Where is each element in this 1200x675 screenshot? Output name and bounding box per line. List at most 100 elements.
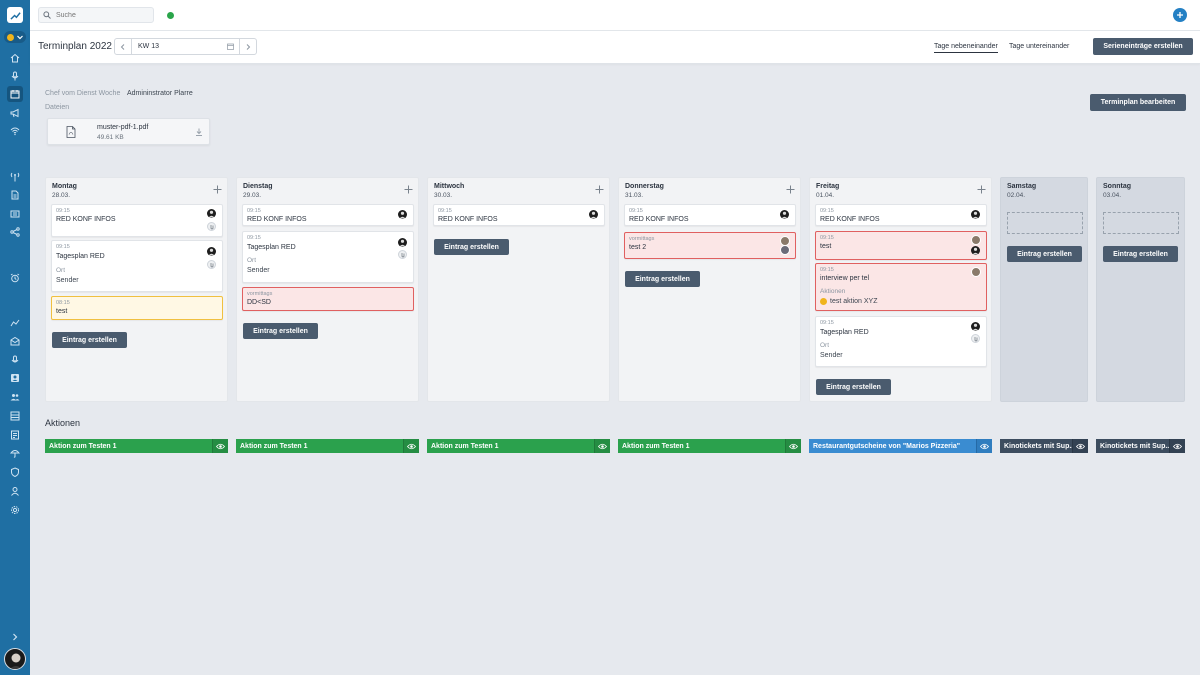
chevron-right-icon[interactable]: [7, 629, 23, 645]
status-selector[interactable]: [4, 31, 26, 43]
entry-action-value[interactable]: test aktion XYZ: [830, 298, 877, 305]
create-entry-button[interactable]: Eintrag erstellen: [1103, 246, 1178, 262]
attachment-icon[interactable]: [207, 260, 216, 269]
eye-icon[interactable]: [976, 439, 992, 453]
create-entry-button[interactable]: Eintrag erstellen: [52, 332, 127, 348]
eye-icon[interactable]: [1072, 439, 1088, 453]
add-entry-button[interactable]: [786, 185, 795, 194]
schedule-entry[interactable]: 09:15 Tagesplan RED Ort Sender: [51, 240, 223, 292]
schedule-entry[interactable]: 09:15 RED KONF INFOS: [51, 204, 223, 237]
next-week-button[interactable]: [239, 39, 256, 54]
schedule-entry[interactable]: 09:15 RED KONF INFOS: [624, 204, 796, 226]
megaphone-icon[interactable]: [7, 105, 23, 121]
home-icon[interactable]: [7, 50, 23, 66]
download-icon[interactable]: [195, 128, 203, 136]
antenna-icon[interactable]: [7, 169, 23, 185]
schedule-entry[interactable]: vormittags DD<SD: [242, 287, 414, 311]
action-bar[interactable]: Kinotickets mit Sup...: [1000, 439, 1088, 453]
entry-time: 09:15: [247, 235, 261, 241]
action-bar[interactable]: Kinotickets mit Sup...: [1096, 439, 1185, 453]
add-entry-button[interactable]: [977, 185, 986, 194]
document-icon[interactable]: [7, 187, 23, 203]
add-entry-button[interactable]: [213, 185, 222, 194]
entry-title: test: [820, 243, 832, 250]
eye-icon[interactable]: [403, 439, 419, 453]
assignee-avatar[interactable]: [971, 322, 980, 331]
schedule-entry[interactable]: 09:15 Tagesplan RED Ort Sender: [242, 231, 414, 283]
schedule-entry[interactable]: 08:15 test: [51, 296, 223, 320]
schedule-entry[interactable]: 09:15 RED KONF INFOS: [433, 204, 605, 226]
create-entry-button[interactable]: Eintrag erstellen: [625, 271, 700, 287]
attachment-icon[interactable]: [971, 334, 980, 343]
search-box[interactable]: [38, 7, 154, 23]
view-stacked-tab[interactable]: Tage untereinander: [1009, 43, 1069, 50]
add-button[interactable]: [1173, 8, 1187, 22]
user-icon[interactable]: [7, 483, 23, 499]
schedule-entry[interactable]: 09:15 RED KONF INFOS: [242, 204, 414, 226]
grid-icon[interactable]: [7, 408, 23, 424]
assignee-avatar[interactable]: [589, 210, 598, 219]
eye-icon[interactable]: [212, 439, 228, 453]
create-series-button[interactable]: Serieneinträge erstellen: [1093, 38, 1193, 55]
action-bar[interactable]: Restaurantgutscheine von "Marios Pizzeri…: [809, 439, 992, 453]
assignee-avatar[interactable]: [780, 210, 789, 219]
schedule-entry[interactable]: vormittags test 2: [624, 232, 796, 259]
assignee-avatar[interactable]: [398, 210, 407, 219]
alarm-icon[interactable]: [7, 270, 23, 286]
assignee-avatar[interactable]: [971, 246, 980, 255]
assignee-avatar[interactable]: [398, 238, 407, 247]
empty-drop-zone[interactable]: [1007, 212, 1083, 234]
microphone-icon[interactable]: [7, 68, 23, 84]
file-attachment[interactable]: muster-pdf-1.pdf 49.61 KB: [47, 118, 210, 145]
shield-icon[interactable]: [7, 464, 23, 480]
app-logo-icon[interactable]: [7, 7, 23, 23]
add-entry-button[interactable]: [404, 185, 413, 194]
attachment-icon[interactable]: [398, 250, 407, 259]
week-picker[interactable]: KW 13: [132, 39, 239, 54]
action-bar[interactable]: Aktion zum Testen 1: [45, 439, 228, 453]
umbrella-icon[interactable]: [7, 445, 23, 461]
create-entry-button[interactable]: Eintrag erstellen: [816, 379, 891, 395]
notes-icon[interactable]: [7, 427, 23, 443]
create-entry-button[interactable]: Eintrag erstellen: [243, 323, 318, 339]
calendar-icon[interactable]: [7, 86, 23, 102]
entry-time: 09:15: [820, 267, 834, 273]
eye-icon[interactable]: [1169, 439, 1185, 453]
attachment-icon[interactable]: [207, 222, 216, 231]
add-entry-button[interactable]: [595, 185, 604, 194]
empty-drop-zone[interactable]: [1103, 212, 1179, 234]
share-icon[interactable]: [7, 224, 23, 240]
assignee-photo[interactable]: [971, 267, 981, 277]
inbox-icon[interactable]: [7, 333, 23, 349]
assignee-avatar[interactable]: [207, 247, 216, 256]
previous-week-button[interactable]: [115, 39, 132, 54]
search-input[interactable]: [56, 11, 146, 19]
wifi-icon[interactable]: [7, 123, 23, 139]
analytics-icon[interactable]: [7, 315, 23, 331]
action-bar[interactable]: Aktion zum Testen 1: [427, 439, 610, 453]
schedule-entry[interactable]: 09:15 RED KONF INFOS: [815, 204, 987, 226]
view-side-by-side-tab[interactable]: Tage nebeneinander: [934, 43, 998, 53]
users-icon[interactable]: [7, 389, 23, 405]
user-avatar[interactable]: [4, 648, 26, 670]
entry-time: 08:15: [56, 300, 70, 306]
assignee-avatar[interactable]: [971, 210, 980, 219]
action-bar[interactable]: Aktion zum Testen 1: [236, 439, 419, 453]
create-entry-button[interactable]: Eintrag erstellen: [1007, 246, 1082, 262]
mic-icon[interactable]: [7, 352, 23, 368]
list-icon[interactable]: [7, 206, 23, 222]
create-entry-button[interactable]: Eintrag erstellen: [434, 239, 509, 255]
gear-icon[interactable]: [7, 502, 23, 518]
assignee-photo[interactable]: [780, 245, 790, 255]
schedule-entry[interactable]: 09:15 Tagesplan RED Ort Sender: [815, 316, 987, 367]
schedule-entry[interactable]: 09:15 test: [815, 231, 987, 260]
contact-card-icon[interactable]: [7, 370, 23, 386]
edit-schedule-button[interactable]: Terminplan bearbeiten: [1090, 94, 1186, 111]
assignee-avatar[interactable]: [207, 209, 216, 218]
schedule-entry[interactable]: 09:15 interview per tel Aktionen test ak…: [815, 263, 987, 311]
eye-icon[interactable]: [785, 439, 801, 453]
eye-icon[interactable]: [594, 439, 610, 453]
status-dot-icon: [7, 33, 14, 41]
action-bar[interactable]: Aktion zum Testen 1: [618, 439, 801, 453]
assignee-photo[interactable]: [971, 235, 981, 245]
